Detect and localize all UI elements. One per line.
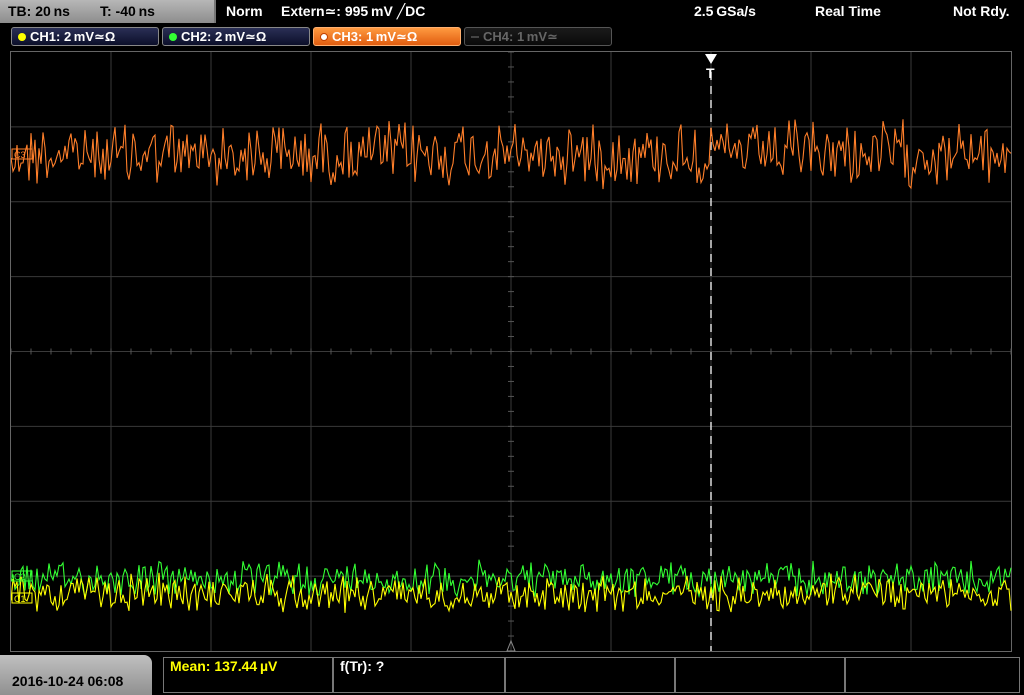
trigger-arrow-icon xyxy=(705,54,717,64)
datetime-value: 2016-10-24 06:08 xyxy=(12,673,124,689)
ch1-dot-icon xyxy=(18,33,26,41)
trigger-time-value: T: -40 ns xyxy=(100,3,155,19)
acquisition-mode: Real Time xyxy=(815,3,881,19)
status-bar: TB: 20 ns T: -40 ns Norm Extern≃: 995 mV… xyxy=(0,0,1024,24)
trigger-status: Not Rdy. xyxy=(953,3,1010,19)
channel-bar: CH1: 2 mV≃Ω CH2: 2 mV≃Ω CH3: 1 mV≃Ω CH4:… xyxy=(0,24,1024,50)
ch4-label: CH4: 1 mV≃ xyxy=(483,29,558,44)
measurement-slot-5[interactable] xyxy=(845,657,1020,693)
waveform-display[interactable]: T C3 C2 C1 xyxy=(10,51,1012,652)
ch4-dash-icon xyxy=(471,36,479,38)
channel-tab-ch4[interactable]: CH4: 1 mV≃ xyxy=(464,27,612,46)
ch3-label: CH3: 1 mV≃Ω xyxy=(332,29,418,44)
ch2-label: CH2: 2 mV≃Ω xyxy=(181,29,267,44)
timebase-panel[interactable]: TB: 20 ns T: -40 ns xyxy=(0,0,216,23)
timebase-value: TB: 20 ns xyxy=(8,3,70,19)
measurement-slot-4[interactable] xyxy=(675,657,845,693)
measurement-slot-3[interactable] xyxy=(505,657,675,693)
measurement-mean-value: Mean: 137.44 µV xyxy=(170,658,278,674)
ch3-ground-marker: C3 xyxy=(14,150,26,160)
ch1-ground-marker: C1 xyxy=(14,594,26,604)
ch1-label: CH1: 2 mV≃Ω xyxy=(30,29,116,44)
measurement-rise-value: f(Tr): ? xyxy=(340,658,385,674)
trigger-mode[interactable]: Norm xyxy=(226,3,263,19)
datetime-panel: 2016-10-24 06:08 xyxy=(0,655,152,695)
measurement-rise[interactable]: f(Tr): ? xyxy=(333,657,505,693)
trigger-source[interactable]: Extern≃: 995 mV ╱DC xyxy=(281,3,425,20)
ch2-ground-marker: C2 xyxy=(14,572,26,582)
sample-rate: 2.5 GSa/s xyxy=(694,3,756,19)
channel-tab-ch1[interactable]: CH1: 2 mV≃Ω xyxy=(11,27,159,46)
channel-tab-ch2[interactable]: CH2: 2 mV≃Ω xyxy=(162,27,310,46)
channel-tab-ch3[interactable]: CH3: 1 mV≃Ω xyxy=(313,27,461,46)
ch3-dot-icon xyxy=(320,33,328,41)
trigger-marker: T xyxy=(706,65,715,81)
graticule-svg: T C3 C2 C1 xyxy=(11,52,1012,652)
measurement-mean[interactable]: Mean: 137.44 µV xyxy=(163,657,333,693)
ch2-dot-icon xyxy=(169,33,177,41)
